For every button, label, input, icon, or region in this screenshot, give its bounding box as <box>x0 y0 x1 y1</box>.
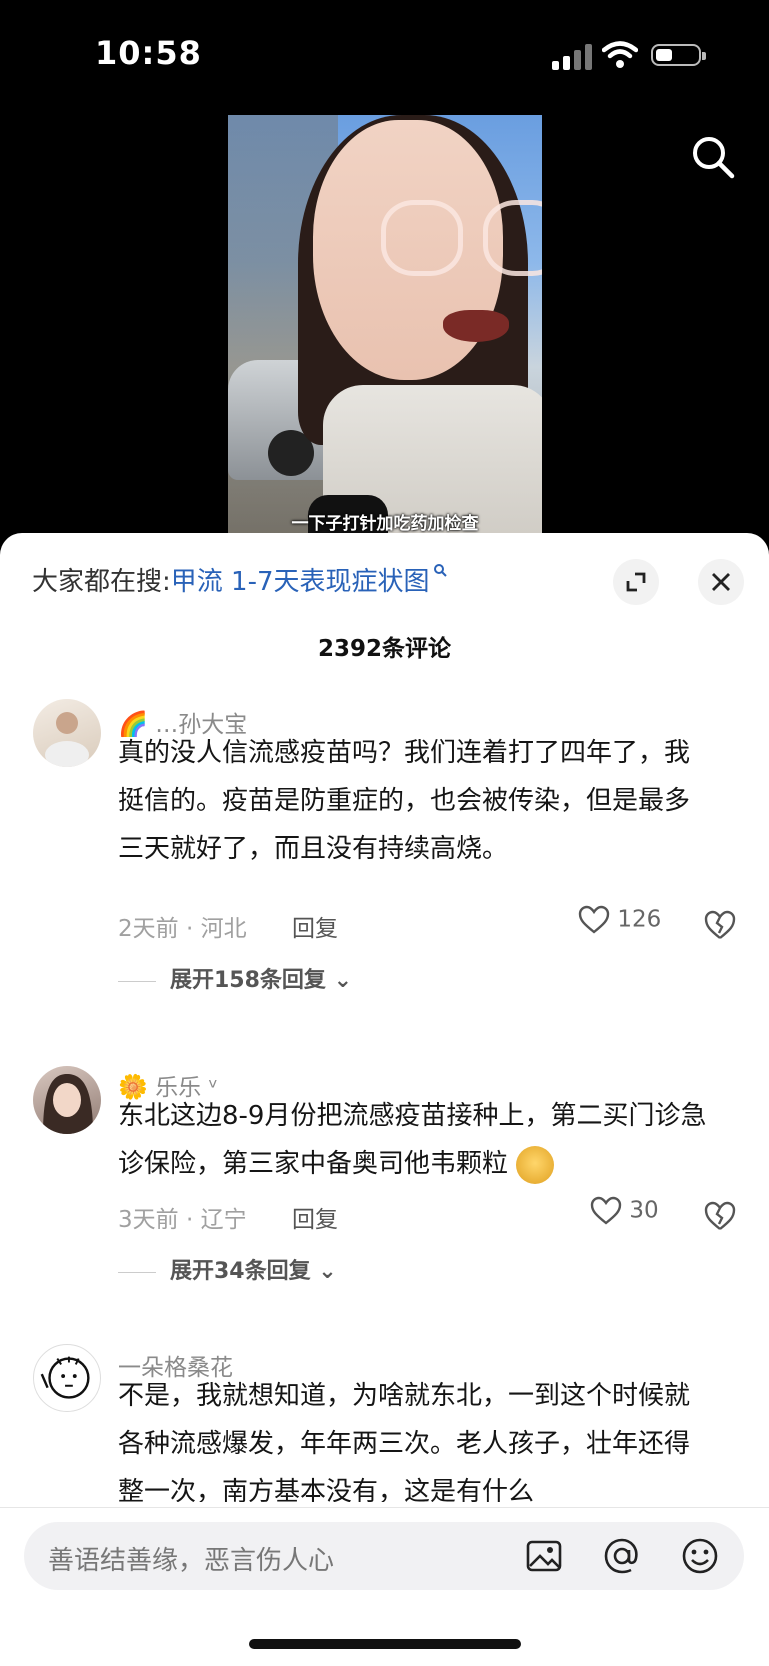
trending-search-prefix: 大家都在搜: <box>32 567 171 597</box>
wifi-icon <box>602 41 638 68</box>
search-mini-icon <box>433 564 447 577</box>
person-avatar-icon <box>45 712 89 767</box>
like-count: 126 <box>617 906 662 933</box>
heart-icon <box>578 905 610 934</box>
cartoon-face-avatar-icon <box>40 1356 90 1399</box>
reply-button[interactable]: 回复 <box>292 1200 338 1234</box>
status-time: 10:58 <box>95 34 202 72</box>
heart-icon <box>590 1196 622 1225</box>
person-avatar-icon <box>43 1074 93 1134</box>
comment-text-content: 东北这边8-9月份把流感疫苗接种上，第二买门诊急诊保险，第三家中备奥司他韦颗粒 <box>118 1101 707 1179</box>
comment-meta: 3天前 · 辽宁 <box>118 1207 247 1233</box>
expand-icon <box>626 572 646 592</box>
broken-heart-icon[interactable] <box>704 909 736 941</box>
expand-button[interactable] <box>613 559 659 605</box>
comment-text[interactable]: 真的没人信流感疫苗吗？我们连着打了四年了，我挺信的。疫苗是防重症的，也会被传染，… <box>118 729 708 873</box>
video-subtitle: 一下子打针加吃药加检查 <box>291 514 479 534</box>
expand-replies-button[interactable]: 展开34条回复 ⌄ <box>118 1253 337 1285</box>
like-count: 30 <box>629 1197 659 1224</box>
avatar[interactable] <box>33 1344 101 1412</box>
chevron-down-icon: ⌄ <box>333 968 353 993</box>
image-icon[interactable] <box>524 1536 564 1576</box>
close-button[interactable] <box>698 559 744 605</box>
status-bar: 10:58 <box>0 0 769 110</box>
comment-meta: 2天前 · 河北 <box>118 916 247 942</box>
expand-replies-button[interactable]: 展开158条回复 ⌄ <box>118 962 352 994</box>
comment-input-bar: 善语结善缘，恶言伤人心 <box>0 1507 769 1666</box>
emoji-icon[interactable] <box>680 1536 720 1576</box>
trending-search-keyword[interactable]: 甲流 1-7天表现症状图 <box>171 567 430 597</box>
chevron-down-icon: ⌄ <box>318 1259 337 1284</box>
avatar[interactable] <box>33 699 101 767</box>
video-player[interactable]: 一下子打针加吃药加检查 <box>228 115 542 535</box>
comment-text[interactable]: 不是，我就想知道，为啥就东北，一到这个时候就各种流感爆发，年年两三次。老人孩子，… <box>118 1372 708 1502</box>
avatar[interactable] <box>33 1066 101 1134</box>
comment-text[interactable]: 东北这边8-9月份把流感疫苗接种上，第二买门诊急诊保险，第三家中备奥司他韦颗粒 <box>118 1092 708 1188</box>
expand-replies-label: 展开158条回复 <box>170 968 326 993</box>
mention-icon[interactable] <box>602 1536 642 1576</box>
comment-input-placeholder: 善语结善缘，恶言伤人心 <box>48 1546 335 1576</box>
battery-icon <box>651 44 706 66</box>
like-button[interactable]: 30 <box>590 1196 659 1226</box>
reply-button[interactable]: 回复 <box>292 909 338 943</box>
cellular-signal-icon <box>552 44 594 70</box>
broken-heart-icon[interactable] <box>704 1200 736 1232</box>
comment-count: 2392条评论 <box>317 636 451 662</box>
emoji-sticker-icon <box>516 1145 555 1184</box>
comment-input[interactable]: 善语结善缘，恶言伤人心 <box>24 1522 744 1590</box>
comment-sheet: 大家都在搜:甲流 1-7天表现症状图 2392条评论 🌈 …孙大宝 真的没人信流… <box>0 533 769 1665</box>
close-icon <box>712 573 730 591</box>
home-indicator[interactable] <box>249 1639 521 1649</box>
trending-search[interactable]: 大家都在搜:甲流 1-7天表现症状图 <box>32 561 447 598</box>
search-icon[interactable] <box>690 134 736 180</box>
expand-replies-label: 展开34条回复 <box>170 1259 311 1284</box>
like-button[interactable]: 126 <box>578 905 661 935</box>
